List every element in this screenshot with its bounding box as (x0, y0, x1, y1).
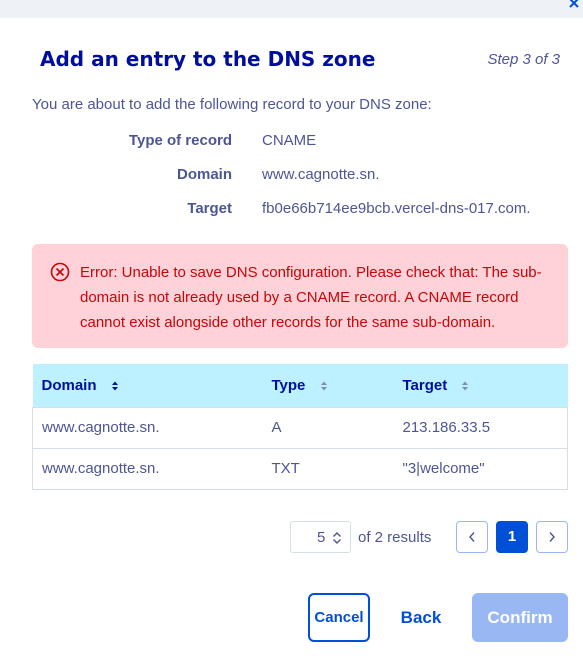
dialog-title: Add an entry to the DNS zone (40, 47, 376, 71)
sort-icon (111, 381, 118, 391)
page-button-current[interactable]: 1 (496, 521, 528, 553)
table-row: www.cagnotte.sn. A 213.186.33.5 (32, 406, 568, 448)
error-circle-icon (50, 262, 70, 282)
next-page-button[interactable] (536, 521, 568, 553)
record-domain-value: www.cagnotte.sn. (262, 166, 380, 183)
column-header-type[interactable]: Type (263, 364, 394, 407)
record-type-label: Type of record (128, 132, 232, 149)
column-header-domain[interactable]: Domain (33, 364, 263, 407)
close-icon[interactable] (567, 0, 581, 10)
record-type-value: CNAME (262, 132, 317, 149)
error-message: Error: Unable to save DNS configuration.… (80, 264, 542, 331)
results-count: of 2 results (358, 529, 432, 546)
record-target-label: Target (187, 200, 232, 217)
cell-domain: www.cagnotte.sn. (32, 447, 263, 490)
cell-type: TXT (262, 447, 394, 490)
cell-target: 213.186.33.5 (393, 406, 568, 448)
page-size-value: 5 (317, 529, 326, 546)
cancel-button[interactable]: Cancel (308, 593, 370, 642)
cell-target: "3|welcome" (393, 447, 568, 490)
record-target-value: fb0e66b714ee9bcb.vercel-dns-017.com. (262, 200, 531, 217)
table-header-row: Domain Type Target (32, 364, 568, 407)
intro-text: You are about to add the following recor… (32, 96, 432, 113)
record-domain-label: Domain (176, 166, 232, 183)
chevron-left-icon (469, 532, 475, 542)
table-row: www.cagnotte.sn. TXT "3|welcome" (32, 447, 568, 490)
confirm-button[interactable]: Confirm (472, 593, 568, 642)
cell-domain: www.cagnotte.sn. (32, 406, 263, 448)
column-header-target[interactable]: Target (394, 364, 568, 407)
step-indicator: Step 3 of 3 (487, 51, 560, 68)
cell-type: A (262, 406, 394, 448)
existing-records-table: Domain Type Target www.cagnotte.sn. A 21… (32, 364, 568, 490)
back-button[interactable]: Back (392, 593, 450, 642)
error-banner: Error: Unable to save DNS configuration.… (32, 244, 568, 348)
page-size-select[interactable]: 5 (290, 521, 351, 553)
sort-icon (462, 381, 469, 391)
chevron-right-icon (549, 532, 555, 542)
select-chevron-icon (333, 532, 341, 544)
modal-top-bar (0, 0, 583, 18)
previous-page-button[interactable] (456, 521, 488, 553)
sort-icon (320, 381, 327, 391)
